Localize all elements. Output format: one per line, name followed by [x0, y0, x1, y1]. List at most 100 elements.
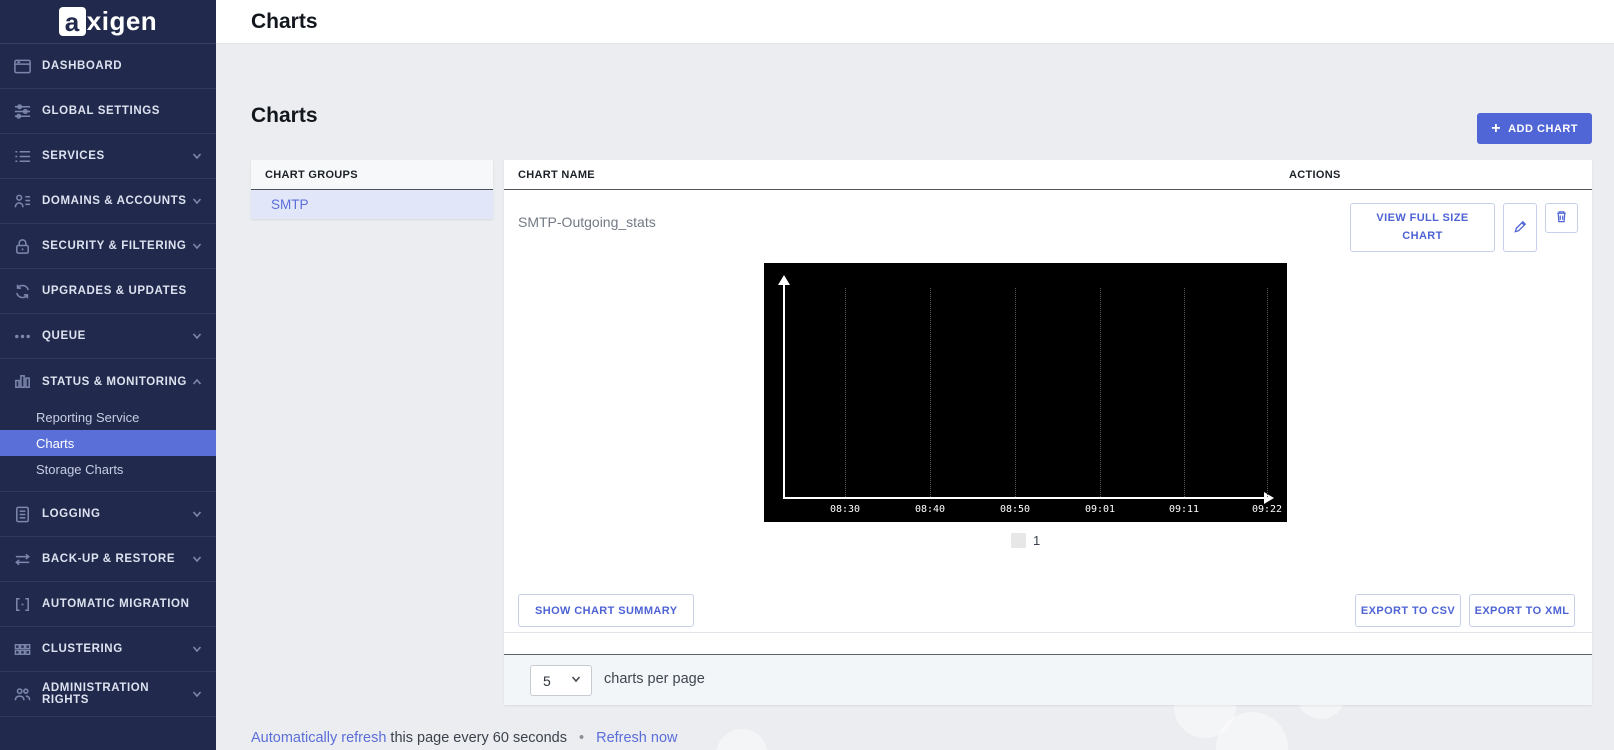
page-title: Charts: [251, 10, 318, 34]
sidebar-item-administration-rights[interactable]: ADMINISTRATION RIGHTS: [0, 672, 216, 717]
topbar: Charts: [216, 0, 1614, 44]
chevron-down-icon: [191, 508, 203, 520]
column-header-chart-name: CHART NAME: [518, 169, 595, 181]
grid-icon: [13, 640, 32, 659]
sidebar-item-services[interactable]: SERVICES: [0, 134, 216, 179]
show-chart-summary-button[interactable]: SHOW CHART SUMMARY: [518, 594, 694, 627]
sidebar-item-backup-restore[interactable]: BACK-UP & RESTORE: [0, 537, 216, 582]
x-tick-label: 09:01: [1080, 504, 1120, 515]
per-page-value: 5: [543, 673, 570, 689]
gridline: [1267, 288, 1268, 497]
sidebar-item-queue[interactable]: QUEUE: [0, 314, 216, 359]
decorative-circle: [716, 729, 768, 750]
sidebar-item-logging[interactable]: LOGGING: [0, 492, 216, 537]
x-tick-label: 08:30: [825, 504, 865, 515]
accounts-icon: [13, 192, 32, 211]
chevron-down-icon: [191, 195, 203, 207]
chart-legend: 1: [1011, 533, 1040, 548]
view-full-size-chart-button[interactable]: VIEW FULL SIZE CHART: [1350, 203, 1495, 252]
axigen-logo[interactable]: axigen: [59, 6, 157, 37]
gridline: [1015, 288, 1016, 497]
sidebar-item-clustering[interactable]: CLUSTERING: [0, 627, 216, 672]
chart-groups-header: CHART GROUPS: [251, 160, 493, 190]
refresh-now-link[interactable]: Refresh now: [596, 730, 677, 746]
gridline: [1184, 288, 1185, 497]
x-tick-label: 08:50: [995, 504, 1035, 515]
column-header-actions: ACTIONS: [1289, 169, 1341, 181]
sidebar-item-label: DASHBOARD: [42, 60, 203, 72]
logo-text: xigen: [87, 6, 157, 37]
sidebar-item-domains-accounts[interactable]: DOMAINS & ACCOUNTS: [0, 179, 216, 224]
row-separator: [504, 632, 1592, 633]
sliders-icon: [13, 102, 32, 121]
x-tick-label: 08:40: [910, 504, 950, 515]
add-chart-button[interactable]: + ADD CHART: [1477, 113, 1592, 144]
edit-chart-button[interactable]: [1503, 203, 1537, 252]
refresh-line: Automatically refresh this page every 60…: [251, 730, 678, 746]
sidebar-item-label: CLUSTERING: [42, 643, 191, 655]
chevron-down-icon: [191, 150, 203, 162]
dot-separator: •: [579, 730, 584, 746]
lock-icon: [13, 237, 32, 256]
logo-row: axigen: [0, 0, 216, 44]
legend-label: 1: [1033, 533, 1040, 548]
add-chart-label: ADD CHART: [1508, 123, 1578, 135]
chevron-down-icon: [191, 643, 203, 655]
sidebar-item-global-settings[interactable]: GLOBAL SETTINGS: [0, 89, 216, 134]
sidebar-subitem-storage-charts[interactable]: Storage Charts: [0, 456, 216, 482]
chevron-down-icon: [191, 240, 203, 252]
group-item-smtp[interactable]: SMTP: [251, 190, 493, 219]
chevron-down-icon: [191, 553, 203, 565]
bar-chart-icon: [13, 372, 32, 391]
x-tick-label: 09:22: [1247, 504, 1287, 515]
sidebar-item-label: DOMAINS & ACCOUNTS: [42, 195, 191, 207]
sidebar-subitem-reporting-service[interactable]: Reporting Service: [0, 404, 216, 430]
charts-table-panel: CHART NAME ACTIONS SMTP-Outgoing_stats V…: [504, 160, 1592, 705]
document-icon: [13, 505, 32, 524]
sidebar-item-label: BACK-UP & RESTORE: [42, 553, 191, 565]
chart-canvas: 08:30 08:40 08:50 09:01 09:11 09:22: [764, 263, 1287, 522]
gridline: [1100, 288, 1101, 497]
sidebar-item-label: AUTOMATIC MIGRATION: [42, 598, 203, 610]
sidebar-item-security-filtering[interactable]: SECURITY & FILTERING: [0, 224, 216, 269]
gridline: [845, 288, 846, 497]
queue-icon: [13, 327, 32, 346]
pencil-icon: [1513, 219, 1528, 237]
people-icon: [13, 685, 32, 704]
x-axis: [783, 497, 1265, 499]
x-tick-label: 09:11: [1164, 504, 1204, 515]
export-to-csv-button[interactable]: EXPORT TO CSV: [1355, 594, 1461, 627]
sidebar: axigen DASHBOARD GLOBAL SETTINGS SERVICE…: [0, 0, 216, 750]
sidebar-item-label: GLOBAL SETTINGS: [42, 105, 203, 117]
chevron-down-icon: [191, 330, 203, 342]
chevron-down-icon: [570, 672, 582, 690]
gridline: [930, 288, 931, 497]
dashboard-icon: [13, 57, 32, 76]
sidebar-subitem-charts[interactable]: Charts: [0, 430, 216, 456]
brackets-icon: [13, 595, 32, 614]
sidebar-item-dashboard[interactable]: DASHBOARD: [0, 44, 216, 89]
chevron-down-icon: [191, 688, 203, 700]
sidebar-group-status-monitoring: STATUS & MONITORING Reporting Service Ch…: [0, 359, 216, 492]
sidebar-item-upgrades-updates[interactable]: UPGRADES & UPDATES: [0, 269, 216, 314]
y-axis: [783, 285, 785, 497]
delete-chart-button[interactable]: [1545, 203, 1578, 233]
sidebar-item-label: QUEUE: [42, 330, 191, 342]
sidebar-item-label: LOGGING: [42, 508, 191, 520]
sidebar-item-label: STATUS & MONITORING: [42, 376, 191, 388]
sidebar-item-status-monitoring[interactable]: STATUS & MONITORING: [0, 359, 216, 404]
sidebar-item-automatic-migration[interactable]: AUTOMATIC MIGRATION: [0, 582, 216, 627]
trash-icon: [1554, 209, 1569, 227]
per-page-select[interactable]: 5: [530, 665, 592, 696]
content-heading: Charts: [251, 104, 318, 128]
table-header: CHART NAME ACTIONS: [504, 160, 1592, 190]
export-to-xml-button[interactable]: EXPORT TO XML: [1469, 594, 1575, 627]
per-page-label: charts per page: [604, 671, 705, 687]
chart-name: SMTP-Outgoing_stats: [518, 214, 656, 230]
transfer-arrows-icon: [13, 550, 32, 569]
auto-refresh-link[interactable]: Automatically refresh: [251, 730, 386, 746]
refresh-icon: [13, 282, 32, 301]
chart-groups-panel: CHART GROUPS SMTP: [251, 160, 493, 219]
content-area: Charts + ADD CHART CHART GROUPS SMTP CHA…: [216, 44, 1614, 750]
pagination-footer: 5 charts per page: [504, 654, 1592, 705]
